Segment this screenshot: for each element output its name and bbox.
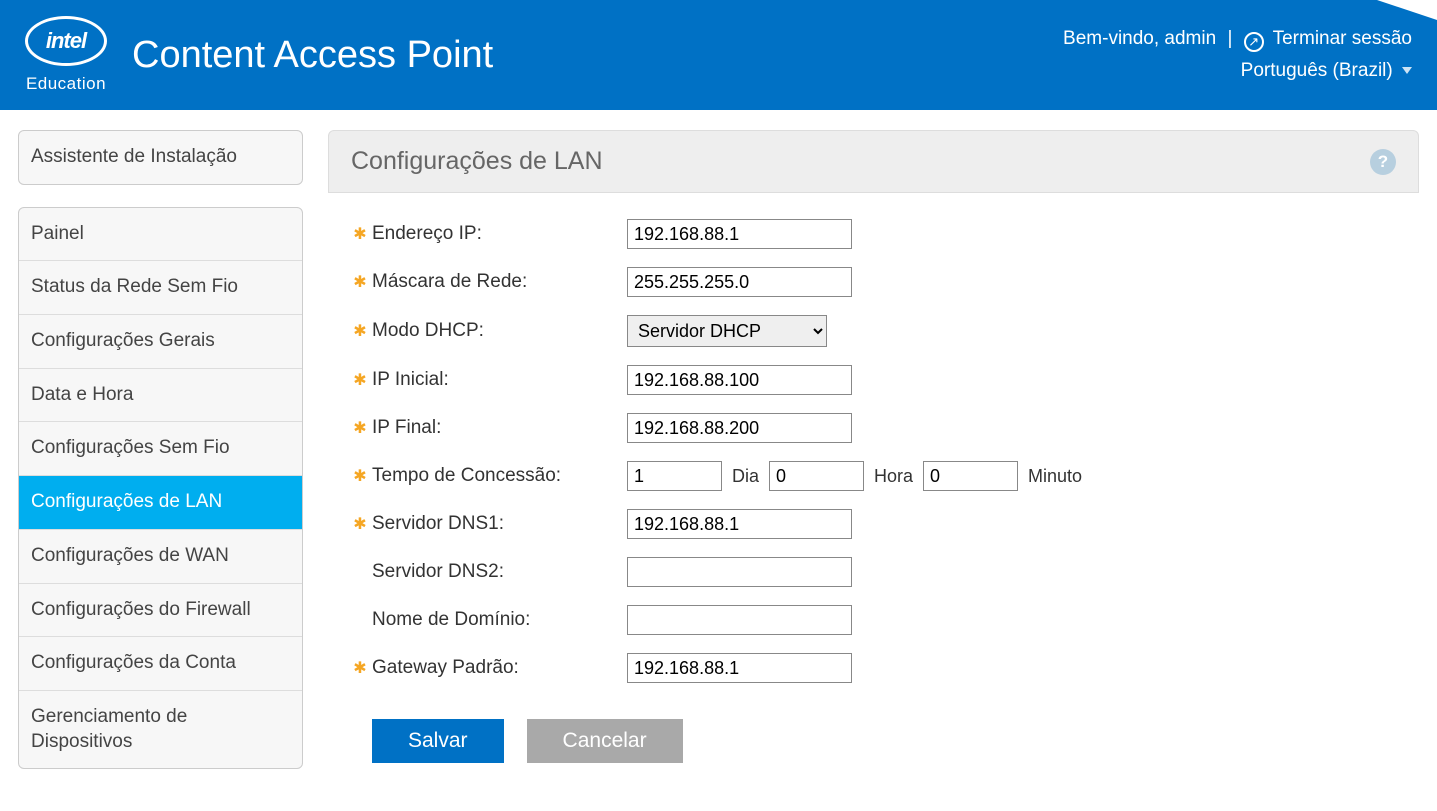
logout-link[interactable]: Terminar sessão [1244,28,1412,49]
netmask-input[interactable] [627,267,852,297]
dns2-label: Servidor DNS2: [372,561,627,583]
netmask-label: Máscara de Rede: [372,271,627,293]
required-star: ✱ [348,224,372,244]
education-label: Education [26,74,106,94]
help-icon[interactable]: ? [1370,149,1396,175]
cancel-button[interactable]: Cancelar [527,719,683,763]
app-header: intel Education Content Access Point Bem… [0,0,1437,110]
sidebar-item[interactable]: Configurações de LAN [19,476,302,530]
lease-time-label: Tempo de Concessão: [372,465,627,487]
dns2-input[interactable] [627,557,852,587]
logout-label: Terminar sessão [1273,28,1412,49]
required-star: ✱ [348,272,372,292]
language-dropdown[interactable]: Português (Brazil) [1063,60,1412,82]
sidebar-item[interactable]: Configurações da Conta [19,637,302,691]
chevron-down-icon [1402,67,1412,74]
form-area: ✱ Endereço IP: ✱ Máscara de Rede: ✱ Modo… [328,193,1419,773]
required-star: ✱ [348,418,372,438]
sidebar: Assistente de Instalação PainelStatus da… [18,130,303,791]
lease-day-unit: Dia [732,466,759,487]
logout-icon [1244,32,1264,52]
logo-block: intel Education [25,16,107,94]
lease-minute-unit: Minuto [1028,466,1082,487]
sidebar-top-box: Assistente de Instalação [18,130,303,185]
welcome-text: Bem-vindo, admin [1063,28,1216,49]
lease-hour-input[interactable] [769,461,864,491]
content-area: Configurações de LAN ? ✱ Endereço IP: ✱ … [328,130,1419,791]
ip-start-input[interactable] [627,365,852,395]
header-right: Bem-vindo, admin | Terminar sessão Portu… [1063,28,1412,82]
ip-address-label: Endereço IP: [372,223,627,245]
ip-end-input[interactable] [627,413,852,443]
panel-header: Configurações de LAN ? [328,130,1419,193]
dhcp-mode-label: Modo DHCP: [372,320,627,342]
sidebar-main-box: PainelStatus da Rede Sem FioConfiguraçõe… [18,207,303,770]
sidebar-item[interactable]: Configurações de WAN [19,530,302,584]
sidebar-item[interactable]: Configurações do Firewall [19,584,302,638]
domain-input[interactable] [627,605,852,635]
panel-title: Configurações de LAN [351,147,603,176]
sidebar-item[interactable]: Status da Rede Sem Fio [19,261,302,315]
domain-label: Nome de Domínio: [372,609,627,631]
save-button[interactable]: Salvar [372,719,504,763]
sidebar-item[interactable]: Configurações Sem Fio [19,422,302,476]
gateway-input[interactable] [627,653,852,683]
dns1-label: Servidor DNS1: [372,513,627,535]
app-title: Content Access Point [132,34,493,77]
required-star: ✱ [348,466,372,486]
separator: | [1227,28,1232,49]
dns1-input[interactable] [627,509,852,539]
sidebar-item-setup-wizard[interactable]: Assistente de Instalação [19,131,302,184]
required-star: ✱ [348,370,372,390]
sidebar-item[interactable]: Gerenciamento de Dispositivos [19,691,302,768]
intel-logo: intel [25,16,107,66]
ip-end-label: IP Final: [372,417,627,439]
ip-address-input[interactable] [627,219,852,249]
sidebar-item[interactable]: Configurações Gerais [19,315,302,369]
required-star: ✱ [348,658,372,678]
gateway-label: Gateway Padrão: [372,657,627,679]
dhcp-mode-select[interactable]: Servidor DHCP [627,315,827,347]
required-star: ✱ [348,321,372,341]
required-star: ✱ [348,514,372,534]
language-label: Português (Brazil) [1241,60,1393,81]
lease-hour-unit: Hora [874,466,913,487]
lease-day-input[interactable] [627,461,722,491]
ip-start-label: IP Inicial: [372,369,627,391]
lease-minute-input[interactable] [923,461,1018,491]
sidebar-item[interactable]: Data e Hora [19,369,302,423]
sidebar-item[interactable]: Painel [19,208,302,262]
